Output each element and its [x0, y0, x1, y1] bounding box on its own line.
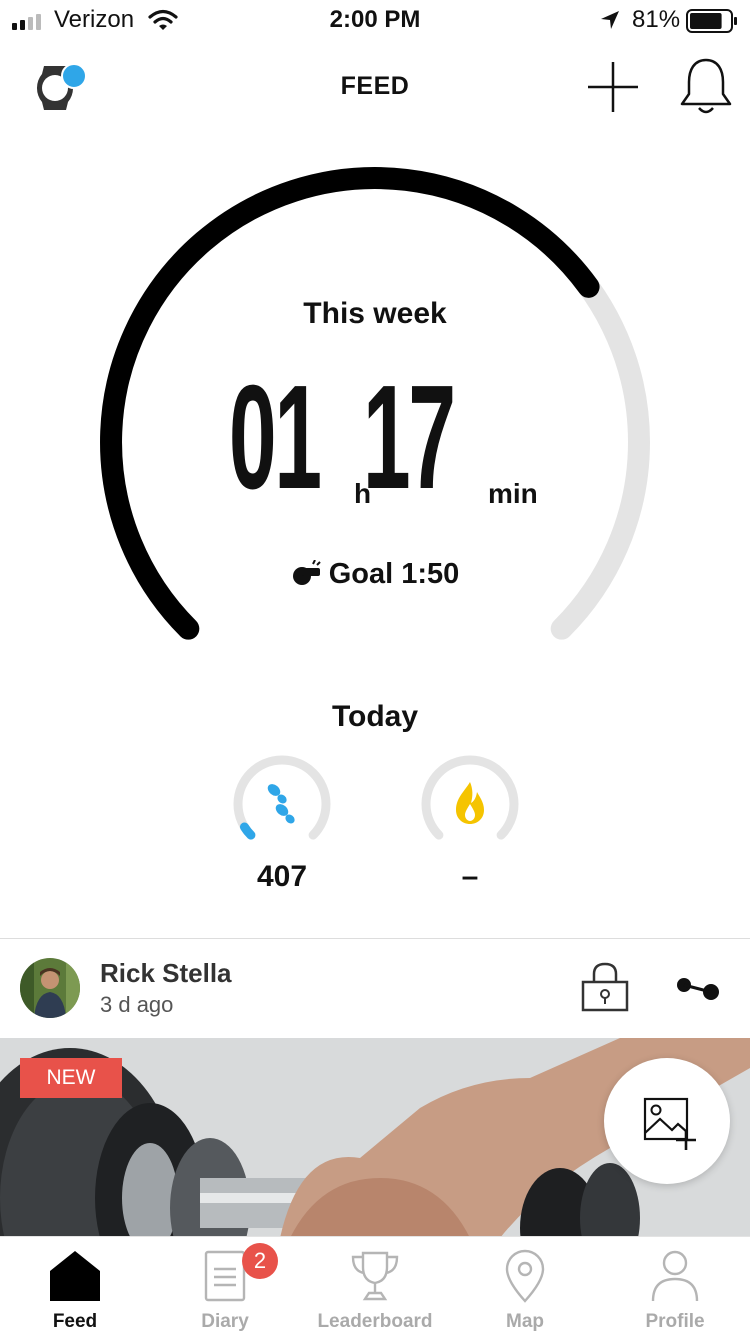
week-goal: Goal 1:50 — [0, 558, 750, 591]
tab-diary[interactable]: 2 Diary — [150, 1237, 300, 1334]
calories-ring[interactable] — [418, 752, 522, 856]
duration-minutes: 17 — [362, 355, 456, 520]
plus-icon[interactable] — [584, 58, 642, 116]
tab-map[interactable]: Map — [450, 1237, 600, 1334]
app-header: FEED — [0, 48, 750, 128]
divider — [0, 938, 750, 939]
steps-ring[interactable] — [230, 752, 334, 856]
duration-hours: 01 — [228, 355, 322, 520]
whistle-icon — [292, 560, 321, 585]
minutes-unit: min — [488, 478, 538, 509]
hours-unit: h — [354, 478, 372, 509]
today-label: Today — [331, 700, 419, 733]
tab-bar: Feed 2 Diary Leaderboard Map Profile — [0, 1236, 750, 1334]
tab-leaderboard[interactable]: Leaderboard — [300, 1237, 450, 1334]
steps-ring-progress — [239, 822, 256, 840]
status-bar: Verizon 2:00 PM 81% — [0, 0, 750, 40]
tab-label: Diary — [201, 1311, 249, 1332]
diary-badge: 2 — [242, 1243, 278, 1279]
week-duration: 01 17 — [0, 355, 750, 520]
goal-text: Goal 1:50 — [328, 558, 460, 590]
location-arrow-icon — [601, 11, 619, 29]
tab-profile[interactable]: Profile — [600, 1237, 750, 1334]
profile-icon — [651, 1250, 699, 1302]
week-label: This week — [303, 297, 447, 330]
add-photo-icon — [643, 1097, 696, 1150]
calories-value: – — [461, 860, 479, 893]
new-badge: NEW — [20, 1058, 122, 1098]
watch-icon[interactable] — [30, 56, 88, 120]
tab-feed[interactable]: Feed — [0, 1237, 150, 1334]
map-pin-icon — [505, 1249, 545, 1303]
avatar[interactable] — [20, 958, 80, 1018]
post-author-name[interactable]: Rick Stella — [100, 958, 232, 989]
steps-value: 407 — [256, 860, 308, 893]
feed-post-header[interactable]: Rick Stella 3 d ago — [0, 940, 750, 1036]
post-time: 3 d ago — [100, 992, 174, 1017]
battery-icon — [686, 9, 737, 33]
footsteps-icon — [267, 784, 295, 824]
trophy-icon — [351, 1251, 399, 1301]
tab-label: Profile — [645, 1311, 705, 1332]
tab-label: Leaderboard — [317, 1311, 433, 1332]
lock-icon[interactable] — [580, 960, 630, 1012]
battery-percent: 81% — [632, 6, 681, 33]
home-icon — [50, 1251, 100, 1301]
add-photo-button[interactable] — [604, 1058, 730, 1184]
tab-label: Feed — [52, 1311, 98, 1332]
bell-icon[interactable] — [676, 54, 736, 118]
route-icon[interactable] — [676, 976, 720, 1002]
tab-label: Map — [506, 1311, 544, 1332]
